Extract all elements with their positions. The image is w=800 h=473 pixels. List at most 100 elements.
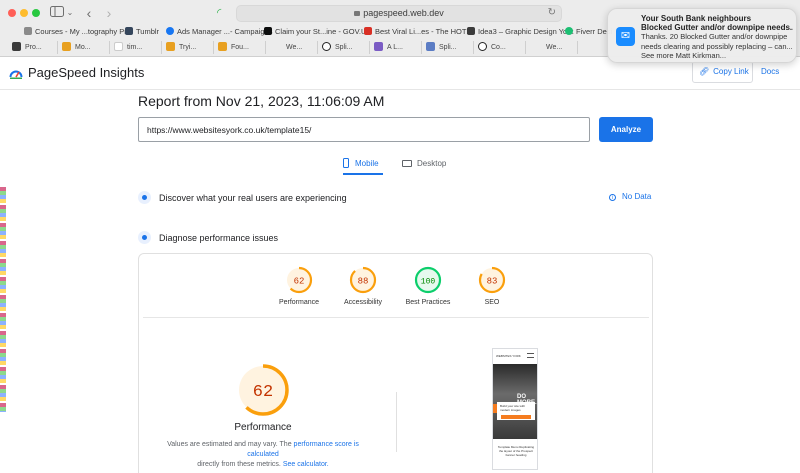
score-label: Performance — [278, 299, 320, 306]
page-content: PageSpeed Insights 🔗︎ Copy Link Docs Repo… — [0, 57, 800, 473]
page-screenshot-preview: WEBSITES YORK DO MORE. Build your site w… — [492, 348, 538, 470]
no-data-link[interactable]: i No Data — [609, 191, 651, 203]
bookmark-item[interactable]: Best Viral Li...es - The HOTH — [364, 26, 472, 38]
scores-card: 62 Performance 88 Accessibility 100 Best… — [138, 253, 653, 473]
tab-favicon-icon — [166, 42, 175, 51]
idea3-icon — [467, 27, 475, 35]
tab-favicon-icon — [322, 42, 331, 51]
gauge-ring: 100 — [414, 266, 442, 294]
google-icon — [114, 42, 123, 51]
score-gauge-accessibility[interactable]: 88 Accessibility — [333, 266, 393, 306]
analyze-button[interactable]: Analyze — [599, 117, 653, 142]
score-gauge-best-practices[interactable]: 100 Best Practices — [398, 266, 458, 306]
tab-favicon-icon — [62, 42, 71, 51]
url-input[interactable] — [138, 117, 590, 142]
copy-link-button[interactable]: 🔗︎ Copy Link — [692, 61, 753, 83]
hoth-icon — [364, 27, 372, 35]
score-value: 88 — [358, 277, 369, 287]
lock-icon — [354, 11, 361, 16]
preview-accent — [493, 404, 497, 413]
users-icon — [138, 191, 151, 204]
govuk-icon — [264, 27, 272, 35]
browser-tab[interactable]: tim... — [110, 41, 162, 54]
browser-tab[interactable]: Pro... — [8, 41, 58, 54]
score-label: SEO — [484, 299, 500, 306]
chevron-down-icon[interactable]: ⌄ — [66, 5, 74, 21]
browser-tab[interactable]: A L... — [370, 41, 422, 54]
notification-title: Your South Bank neighbours — [641, 14, 752, 23]
bookmark-item[interactable]: Fiverr Desi — [565, 26, 612, 38]
score-note: Values are estimated and may vary. The p… — [167, 441, 359, 468]
notification-banner[interactable]: ✉ Your South Bank neighbours Blocked Gut… — [607, 8, 797, 63]
tab-desktop[interactable]: Desktop — [402, 155, 454, 175]
browser-tab[interactable]: Mo... — [58, 41, 110, 54]
performance-label: Performance — [234, 422, 292, 433]
score-value: 100 — [421, 278, 436, 287]
bookmark-item[interactable]: Ads Manager ...- Campaigns — [166, 26, 272, 38]
reload-icon[interactable]: ↻ — [548, 7, 556, 18]
forward-button[interactable]: › — [104, 5, 114, 21]
mail-icon: ✉ — [616, 27, 635, 46]
gauge-ring: 88 — [349, 266, 377, 294]
report-title: Report from Nov 21, 2023, 11:06:09 AM — [138, 93, 385, 109]
close-window-button[interactable] — [8, 9, 16, 17]
loading-spinner-icon: ◜ — [217, 7, 222, 19]
diagnose-section: Diagnose performance issues — [138, 229, 278, 247]
score-label: Best Practices — [405, 299, 451, 306]
tab-mobile[interactable]: Mobile — [343, 155, 383, 175]
score-label: Accessibility — [343, 299, 383, 306]
score-gauge-seo[interactable]: 83 SEO — [462, 266, 522, 306]
minimize-window-button[interactable] — [20, 9, 28, 17]
score-value: 83 — [487, 277, 498, 287]
notification-body: Thanks. 20 Blocked Gutter and/or downpip… — [641, 32, 793, 60]
phone-icon — [343, 158, 349, 168]
browser-tab[interactable]: We... — [266, 41, 318, 54]
tab-favicon-icon — [426, 42, 435, 51]
card-divider — [143, 317, 649, 318]
browser-tab[interactable]: Spli... — [422, 41, 474, 54]
address-bar[interactable]: pagespeed.web.dev ↻ — [236, 5, 562, 22]
bookmark-item[interactable]: Courses - My ...tography Pro — [24, 26, 131, 38]
address-text: pagespeed.web.dev — [363, 8, 444, 18]
tab-favicon-icon — [12, 42, 21, 51]
score-value: 62 — [294, 277, 305, 287]
gauge-ring: 83 — [478, 266, 506, 294]
bookmark-favicon-icon — [24, 27, 32, 35]
zoom-window-button[interactable] — [32, 9, 40, 17]
edge-strip — [0, 187, 6, 412]
bookmark-item[interactable]: Idea3 – Graphic Design York — [467, 26, 573, 38]
pagespeed-logo-icon[interactable] — [9, 66, 23, 80]
bookmark-item[interactable]: Claim your St...ine - GOV.UK — [264, 26, 371, 38]
back-button[interactable]: ‹ — [84, 5, 94, 21]
tab-favicon-icon — [478, 42, 487, 51]
facebook-icon — [166, 27, 174, 35]
see-calculator-link[interactable]: See calculator. — [283, 461, 329, 468]
real-users-section: Discover what your real users are experi… — [138, 189, 347, 207]
preview-footer-text: Template Menu Replicating the layout of … — [497, 445, 535, 457]
vertical-divider — [396, 392, 397, 452]
fiverr-icon — [565, 27, 573, 35]
gauge-ring: 62 — [285, 266, 313, 294]
preview-button — [501, 415, 531, 419]
notification-subtitle: Blocked Gutter and/or downpipe needs... — [641, 23, 793, 32]
info-icon: i — [609, 194, 616, 201]
bookmark-item[interactable]: Tumblr — [125, 26, 159, 38]
monitor-icon — [402, 160, 412, 167]
browser-tab[interactable]: Fou... — [214, 41, 266, 54]
browser-tab[interactable]: Tryi... — [162, 41, 214, 54]
sidebar-icon[interactable] — [50, 5, 64, 21]
browser-tab[interactable]: We... — [526, 41, 578, 54]
browser-tab[interactable]: Co... — [474, 41, 526, 54]
hamburger-icon — [527, 353, 534, 358]
app-title: PageSpeed Insights — [28, 65, 145, 80]
score-gauge-performance[interactable]: 62 Performance — [269, 266, 329, 306]
performance-score: 62 — [253, 383, 273, 402]
tab-favicon-icon — [374, 42, 383, 51]
browser-tab[interactable]: Spli... — [318, 41, 370, 54]
diagnose-icon — [138, 231, 151, 244]
docs-link[interactable]: Docs — [761, 67, 779, 76]
performance-gauge: 62 — [237, 364, 289, 416]
link-icon: 🔗︎ — [699, 67, 710, 76]
tumblr-icon — [125, 27, 133, 35]
tab-favicon-icon — [218, 42, 227, 51]
